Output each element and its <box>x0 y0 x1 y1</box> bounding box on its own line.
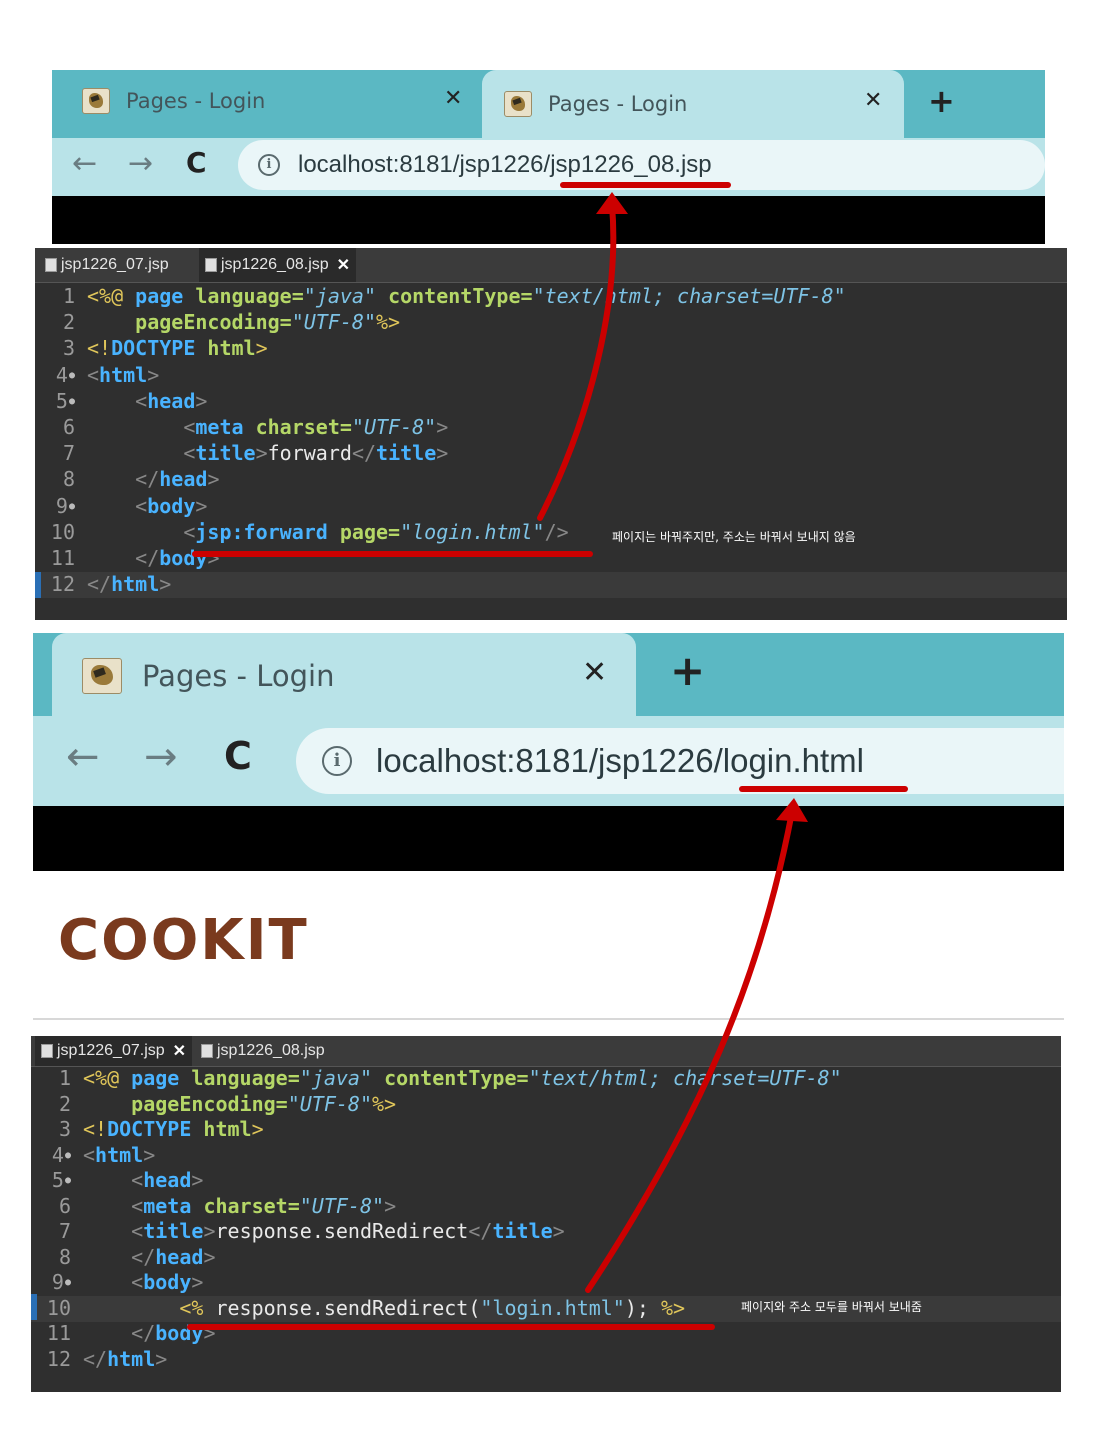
annotation-overlay <box>187 182 908 1330</box>
arrow-head-top <box>596 192 628 214</box>
arrow-head-bottom <box>776 798 808 822</box>
arrow-redirect-path <box>585 809 795 1293</box>
arrow-forward-path <box>537 202 617 521</box>
